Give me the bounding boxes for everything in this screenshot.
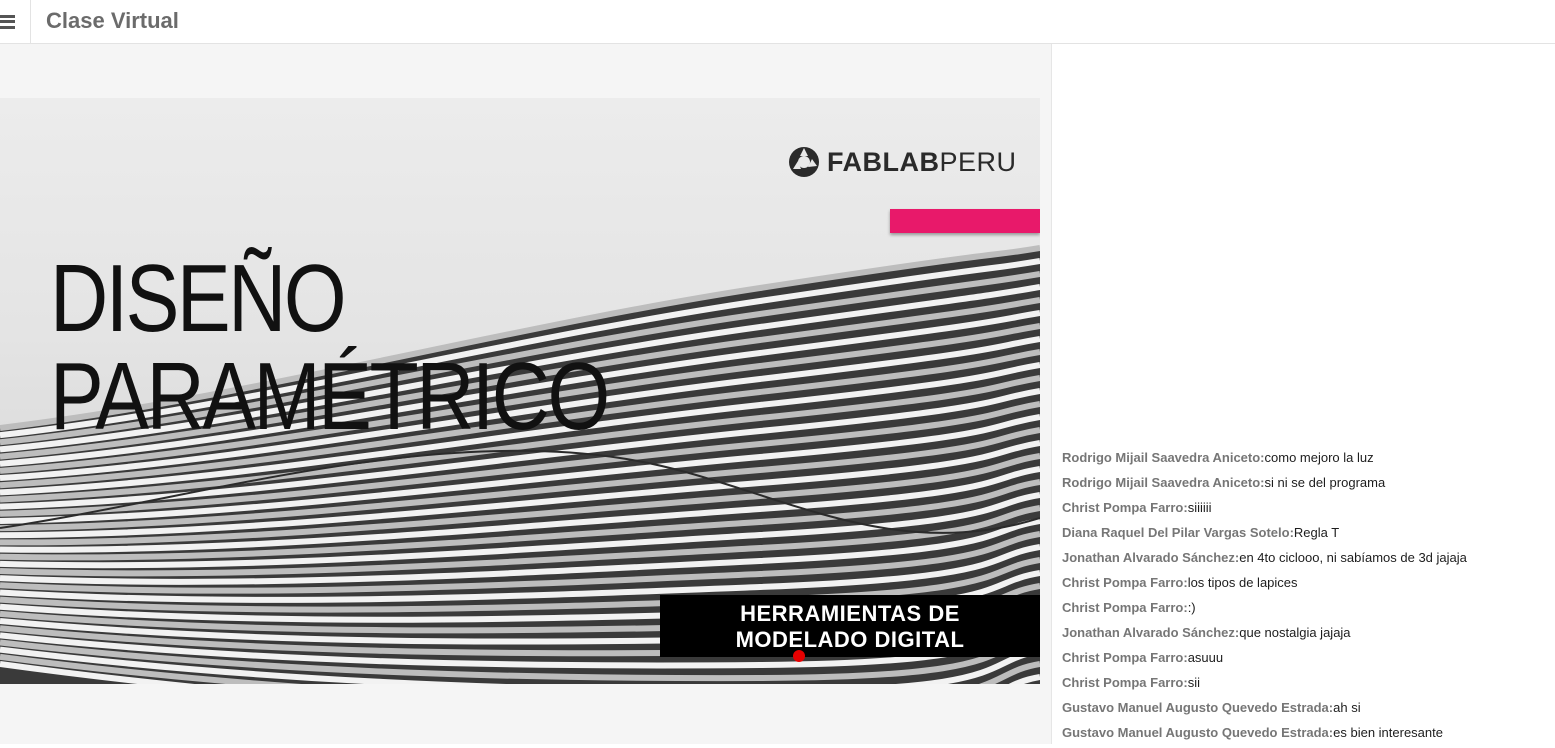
slide-subtitle-line1: HERRAMIENTAS DE	[740, 601, 960, 626]
hamburger-menu-icon[interactable]	[0, 0, 31, 43]
chat-message: Gustavo Manuel Augusto Quevedo Estrada:a…	[1062, 698, 1552, 723]
brand-name-light: PERU	[939, 146, 1017, 177]
accent-bar	[890, 209, 1040, 233]
chat-message-text: si ni se del programa	[1264, 475, 1386, 490]
chat-message: Diana Raquel Del Pilar Vargas Sotelo:Reg…	[1062, 523, 1552, 548]
chat-message-text: ah si	[1333, 700, 1361, 715]
brand-name-bold: FABLAB	[827, 146, 940, 177]
chat-message-text: sii	[1187, 675, 1200, 690]
chat-message: Christ Pompa Farro:los tipos de lapices	[1062, 573, 1552, 598]
chat-message-author: Christ Pompa Farro:	[1062, 675, 1188, 690]
slide-title-line2: PARAMÉTRICO	[50, 343, 610, 450]
laser-pointer-dot	[793, 650, 805, 662]
presentation-area: FABLABPERU DISEÑO PARAMÉTRICO HERRAMIENT…	[0, 44, 1051, 744]
chat-message-text: en 4to ciclooo, ni sabíamos de 3d jajaja	[1239, 550, 1467, 565]
top-bar: Clase Virtual	[0, 0, 1555, 44]
fablab-logo: FABLABPERU	[788, 146, 1017, 178]
chat-message-author: Christ Pompa Farro:	[1062, 600, 1188, 615]
chat-message-author: Christ Pompa Farro:	[1062, 575, 1188, 590]
chat-message-text: los tipos de lapices	[1187, 575, 1298, 590]
fablab-logo-icon	[789, 147, 819, 177]
chat-message: Christ Pompa Farro:sii	[1062, 673, 1552, 698]
chat-message: Rodrigo Mijail Saavedra Aniceto:si ni se…	[1062, 473, 1552, 498]
chat-message-author: Rodrigo Mijail Saavedra Aniceto:	[1062, 475, 1265, 490]
chat-message-text: siiiiii	[1187, 500, 1212, 515]
chat-message: Gustavo Manuel Augusto Quevedo Estrada:e…	[1062, 723, 1552, 748]
chat-message: Christ Pompa Farro:siiiiii	[1062, 498, 1552, 523]
chat-message: Jonathan Alvarado Sánchez:que nostalgia …	[1062, 623, 1552, 648]
chat-message: Christ Pompa Farro::)	[1062, 598, 1552, 623]
chat-message-list: Rodrigo Mijail Saavedra Aniceto:como mej…	[1062, 448, 1552, 748]
page-title: Clase Virtual	[46, 8, 179, 33]
chat-message: Jonathan Alvarado Sánchez:en 4to ciclooo…	[1062, 548, 1552, 573]
slide-title-line1: DISEÑO	[50, 245, 347, 352]
chat-message-author: Rodrigo Mijail Saavedra Aniceto:	[1062, 450, 1265, 465]
chat-message-text: como mejoro la luz	[1264, 450, 1374, 465]
slide-title: DISEÑO PARAMÉTRICO	[50, 245, 610, 450]
chat-message-author: Gustavo Manuel Augusto Quevedo Estrada:	[1062, 725, 1334, 740]
chat-message-text: :)	[1187, 600, 1196, 615]
chat-message-text: Regla T	[1293, 525, 1340, 540]
chat-message-author: Jonathan Alvarado Sánchez:	[1062, 625, 1240, 640]
chat-message-author: Gustavo Manuel Augusto Quevedo Estrada:	[1062, 700, 1334, 715]
chat-message-text: es bien interesante	[1333, 725, 1443, 740]
chat-message-author: Jonathan Alvarado Sánchez:	[1062, 550, 1240, 565]
slide-subtitle-line2: MODELADO DIGITAL	[735, 627, 965, 652]
presentation-slide: FABLABPERU DISEÑO PARAMÉTRICO HERRAMIENT…	[0, 98, 1040, 684]
chat-message-author: Christ Pompa Farro:	[1062, 650, 1188, 665]
chat-message: Christ Pompa Farro:asuuu	[1062, 648, 1552, 673]
chat-message-author: Diana Raquel Del Pilar Vargas Sotelo:	[1062, 525, 1294, 540]
chat-message-text: que nostalgia jajaja	[1239, 625, 1351, 640]
chat-message-text: asuuu	[1187, 650, 1224, 665]
chat-message-author: Christ Pompa Farro:	[1062, 500, 1188, 515]
chat-message: Rodrigo Mijail Saavedra Aniceto:como mej…	[1062, 448, 1552, 473]
slide-subtitle-box: HERRAMIENTAS DE MODELADO DIGITAL	[660, 595, 1040, 657]
